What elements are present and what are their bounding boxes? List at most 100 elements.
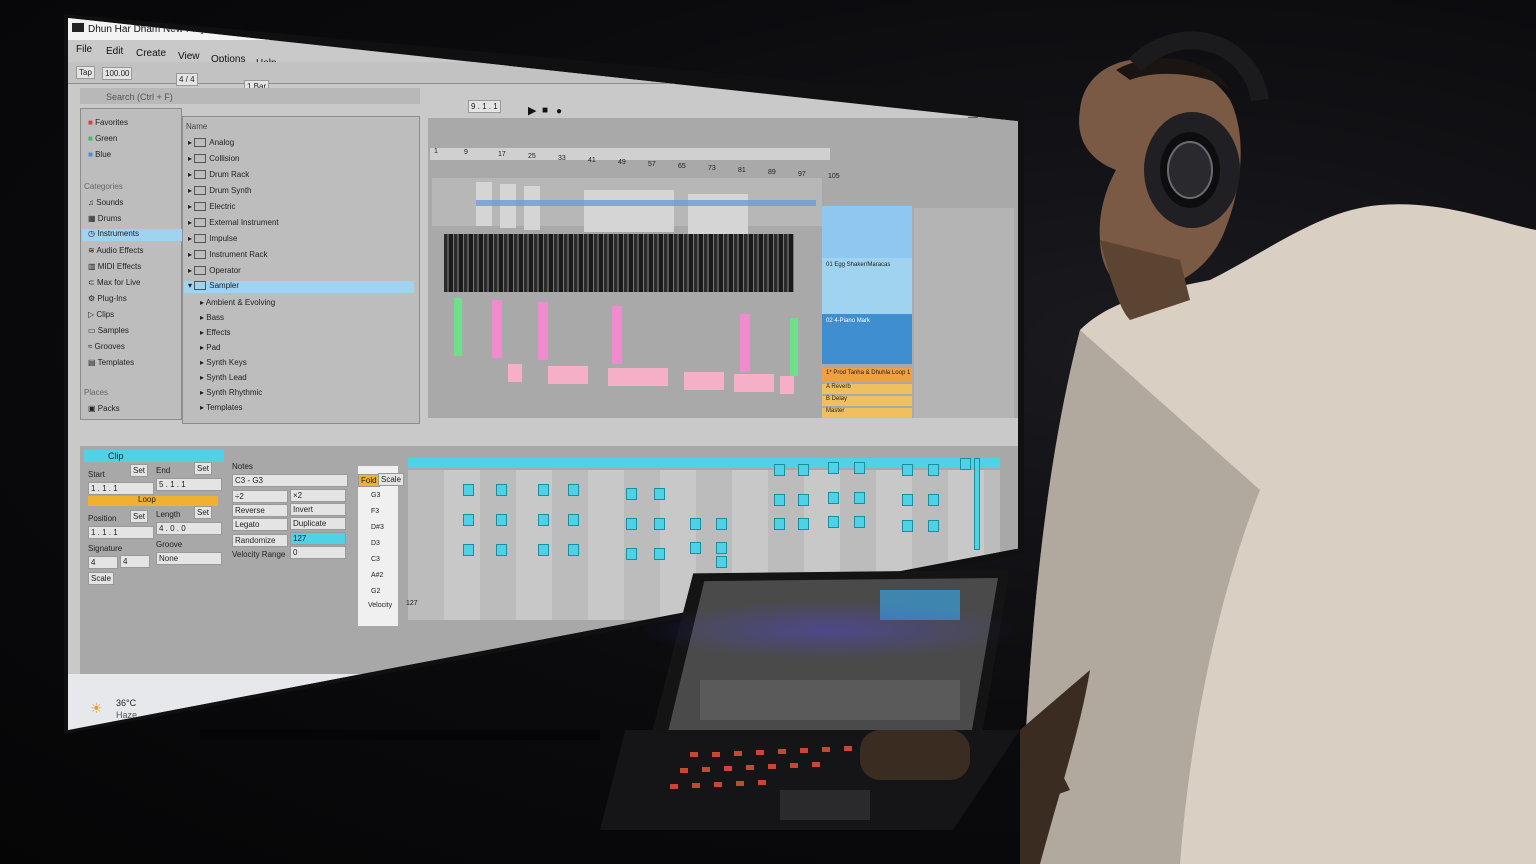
midi-note[interactable]: [690, 542, 701, 554]
midi-note[interactable]: [654, 548, 665, 560]
midi-note[interactable]: [690, 518, 701, 530]
arrangement-clip[interactable]: [584, 190, 674, 232]
midi-note[interactable]: [463, 514, 474, 526]
midi-note[interactable]: [538, 544, 549, 556]
mixer-controls[interactable]: [914, 208, 1014, 418]
category-grooves[interactable]: ≈ Grooves: [88, 342, 125, 351]
midi-clip-light-pink[interactable]: [780, 376, 794, 394]
collection-favorites[interactable]: ■ Favorites: [88, 118, 128, 127]
collection-green[interactable]: ■ Green: [88, 134, 117, 143]
tap-button[interactable]: Tap: [76, 66, 95, 79]
midi-clip-light-pink[interactable]: [608, 368, 668, 386]
category-plugins[interactable]: ⚙ Plug-Ins: [88, 294, 127, 303]
position-field[interactable]: 1 . 1 . 1: [88, 526, 154, 539]
scale-button[interactable]: Scale: [88, 572, 115, 585]
midi-note[interactable]: [798, 464, 809, 476]
midi-note[interactable]: [798, 518, 809, 530]
velocity-range-field[interactable]: 0: [290, 546, 346, 559]
browser-item-selected[interactable]: ▾ Sampler: [184, 281, 414, 293]
category-sounds[interactable]: ♫ Sounds: [88, 198, 123, 207]
midi-note[interactable]: [654, 518, 665, 530]
midi-clip-pink[interactable]: [538, 302, 548, 360]
category-instruments[interactable]: ◷ Instruments: [82, 229, 184, 241]
midi-note[interactable]: [928, 464, 939, 476]
browser-subitem[interactable]: ▸ Synth Rhythmic: [200, 388, 262, 397]
midi-note[interactable]: [568, 544, 579, 556]
browser-item[interactable]: ▸ Analog: [188, 138, 234, 148]
weather-icon[interactable]: ☀: [90, 700, 103, 717]
midi-note[interactable]: [716, 518, 727, 530]
notes-range-field[interactable]: C3 - G3: [232, 474, 348, 487]
groove-select[interactable]: None: [156, 552, 222, 565]
time-signature-field[interactable]: 4 / 4: [176, 73, 198, 86]
randomize-button[interactable]: Randomize: [232, 534, 288, 547]
midi-note[interactable]: [928, 494, 939, 506]
double-button[interactable]: ×2: [290, 489, 346, 502]
midi-note[interactable]: [854, 516, 865, 528]
browser-subitem[interactable]: ▸ Templates: [200, 403, 243, 412]
end-set-button[interactable]: Set: [194, 462, 213, 475]
position-set-button[interactable]: Set: [130, 510, 149, 523]
midi-clip-pink[interactable]: [612, 306, 622, 364]
arrangement-clip[interactable]: [500, 184, 516, 228]
category-midi-effects[interactable]: ▥ MIDI Effects: [88, 262, 141, 271]
midi-note[interactable]: [902, 464, 913, 476]
midi-note[interactable]: [538, 514, 549, 526]
randomize-amount[interactable]: 127: [290, 532, 346, 545]
midi-clip-pink[interactable]: [492, 300, 502, 358]
browser-subitem[interactable]: ▸ Bass: [200, 313, 224, 322]
midi-clip-green[interactable]: [454, 298, 462, 356]
midi-note[interactable]: [774, 518, 785, 530]
midi-note[interactable]: [774, 464, 785, 476]
midi-note[interactable]: [902, 520, 913, 532]
task-view-icon[interactable]: ▯: [616, 642, 623, 656]
midi-clip-pink[interactable]: [740, 314, 750, 372]
menu-view[interactable]: View: [178, 51, 200, 62]
stop-icon[interactable]: ■: [542, 105, 548, 116]
length-set-button[interactable]: Set: [194, 506, 213, 519]
tempo-field[interactable]: 100.00: [102, 67, 133, 80]
midi-note[interactable]: [774, 494, 785, 506]
midi-clip-light-pink[interactable]: [548, 366, 588, 384]
midi-note[interactable]: [828, 462, 839, 474]
legato-button[interactable]: Legato: [232, 518, 288, 531]
menu-create[interactable]: Create: [136, 48, 166, 59]
midi-note[interactable]: [496, 484, 507, 496]
category-max-for-live[interactable]: ⊂ Max for Live: [88, 278, 141, 287]
weather-temp[interactable]: 36°C: [116, 698, 136, 708]
start-field[interactable]: 1 . 1 . 1: [88, 482, 154, 495]
midi-note[interactable]: [828, 492, 839, 504]
midi-note[interactable]: [626, 518, 637, 530]
midi-note[interactable]: [626, 548, 637, 560]
midi-note[interactable]: [654, 488, 665, 500]
browser-item[interactable]: ▸ Collision: [188, 154, 239, 164]
midi-clip-light-pink[interactable]: [684, 372, 724, 390]
midi-clip-light-pink[interactable]: [734, 374, 774, 392]
midi-note[interactable]: [854, 462, 865, 474]
midi-note[interactable]: [568, 484, 579, 496]
midi-clip-light-pink[interactable]: [508, 364, 522, 382]
browser-subitem[interactable]: ▸ Pad: [200, 343, 220, 352]
midi-note[interactable]: [716, 556, 727, 568]
midi-note[interactable]: [854, 492, 865, 504]
browser-subitem[interactable]: ▸ Effects: [200, 328, 231, 337]
track-header-1[interactable]: [822, 206, 912, 258]
browser-item[interactable]: ▸ Drum Rack: [188, 170, 249, 180]
signature-denominator[interactable]: 4: [120, 555, 150, 568]
browser-subitem[interactable]: ▸ Synth Keys: [200, 358, 247, 367]
duplicate-button[interactable]: Duplicate: [290, 517, 346, 530]
audio-waveform-clip[interactable]: [444, 234, 794, 292]
browser-item[interactable]: ▸ Instrument Rack: [188, 250, 268, 260]
fold-button[interactable]: Fold: [358, 474, 380, 487]
length-field[interactable]: 4 . 0 . 0: [156, 522, 222, 535]
browser-item[interactable]: ▸ Impulse: [188, 234, 237, 244]
category-samples[interactable]: ▭ Samples: [88, 326, 129, 335]
scale-mode-button[interactable]: Scale: [378, 473, 405, 486]
midi-note[interactable]: [828, 516, 839, 528]
start-set-button[interactable]: Set: [130, 464, 149, 477]
arrangement-clip[interactable]: [524, 186, 540, 230]
collection-blue[interactable]: ■ Blue: [88, 150, 111, 159]
browser-item[interactable]: ▸ Drum Synth: [188, 186, 251, 196]
midi-note[interactable]: [463, 544, 474, 556]
menu-file[interactable]: File: [76, 44, 92, 55]
